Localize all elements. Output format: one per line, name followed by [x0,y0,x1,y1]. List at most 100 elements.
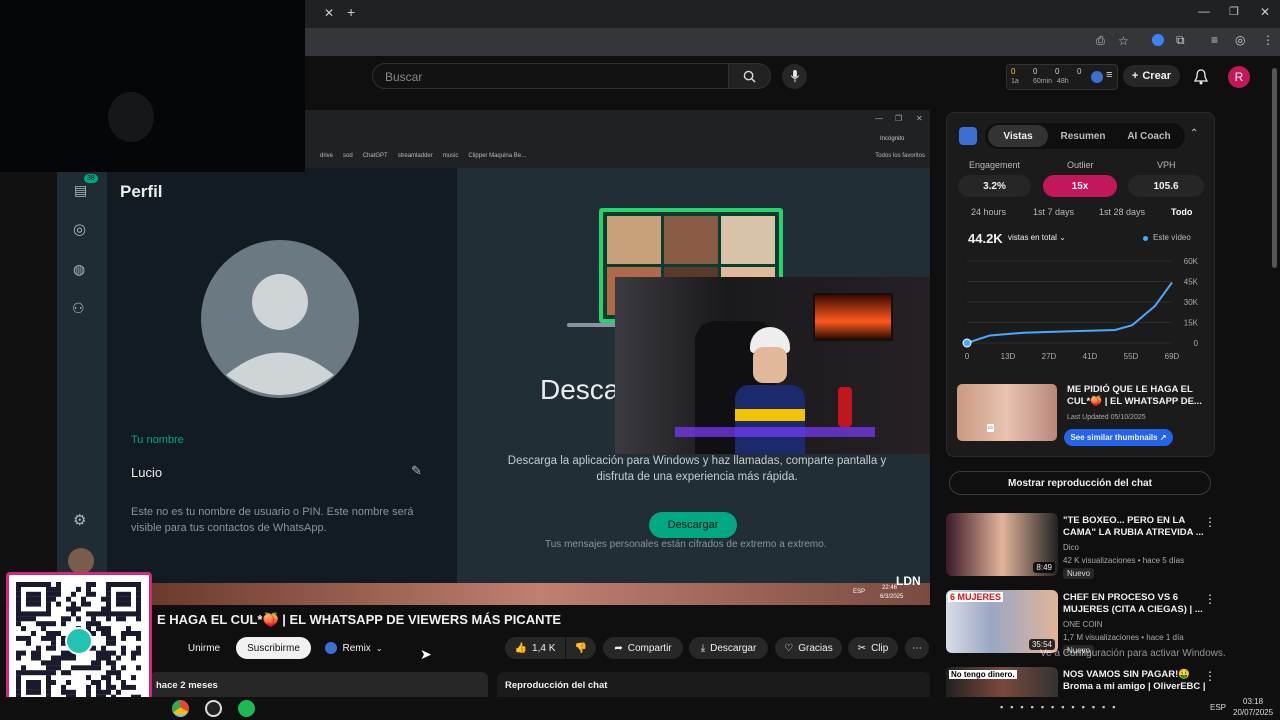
tab-resumen[interactable]: Resumen [1053,125,1113,147]
extension-icon[interactable] [1152,34,1164,46]
metric-label: Outlier [1067,160,1094,170]
rec-menu-icon[interactable]: ⋮ [1204,515,1216,529]
scrollbar[interactable] [1272,68,1277,268]
download-button[interactable]: ⤓ Descargar [689,637,768,659]
bookmark: streamladder [397,153,433,159]
obs-taskbar-icon[interactable] [205,700,222,717]
download-label: Descargar [710,642,757,654]
show-chat-replay-button[interactable]: Mostrar reproducción del chat [949,471,1211,495]
views-selector[interactable]: vistas en total ⌄ [1008,233,1066,242]
profile-icon[interactable]: ◎ [1235,33,1245,47]
rec-thumb-text: 6 MUJERES [948,592,1004,602]
vidiq-stats-panel: Vistas Resumen AI Coach ⌃ Engagement Out… [946,112,1215,457]
chrome-taskbar-icon[interactable] [172,700,189,717]
more-actions-button[interactable]: ⋯ [905,637,929,659]
spotify-taskbar-icon[interactable] [238,700,255,717]
clock-date[interactable]: 20/07/2025 [1233,708,1273,717]
tray-icon[interactable]: ▪ [1000,702,1003,714]
install-icon[interactable]: ⎙ [1096,35,1105,48]
range-7d[interactable]: 1st 7 days [1033,207,1074,217]
list-icon[interactable]: ≡ [1106,69,1112,81]
subscribe-button[interactable]: Suscribirme [236,637,311,659]
share-button[interactable]: ➦ Compartir [603,637,683,659]
join-button[interactable]: Unirme [181,637,227,659]
vidiq-remix-icon [325,642,338,654]
inner-taskbar: 22:46 6/3/2025 ESP [150,583,930,605]
like-button[interactable]: 👍 1,4 K [505,637,565,659]
engagement-value: 3.2% [958,175,1031,197]
close-window-icon[interactable]: ✕ [1260,5,1270,19]
new-tab-icon[interactable]: + [347,4,355,20]
user-avatar[interactable]: R [1228,66,1250,88]
description-box[interactable]: hace 2 meses [150,672,488,697]
search-icon [743,70,756,83]
close-tab-icon[interactable]: ✕ [324,6,334,20]
tray-icon[interactable]: ▪ [1092,702,1095,714]
tray-icon[interactable]: ▪ [1061,702,1064,714]
series-line-este-video [966,282,1173,344]
vidiq-logo-icon [959,127,977,145]
create-label: Crear [1142,70,1172,82]
maximize-icon[interactable]: ❐ [1229,5,1239,18]
rec-menu-icon[interactable]: ⋮ [1204,669,1216,683]
range-all[interactable]: Todo [1171,207,1192,217]
tray-icon[interactable]: ▪ [1082,702,1085,714]
bookmark: music [442,153,459,159]
range-28d[interactable]: 1st 28 days [1099,207,1145,217]
tray-icon[interactable]: ▪ [1020,702,1023,714]
upload-date: hace 2 meses [156,680,218,691]
dislike-button[interactable]: 👎 [566,637,596,659]
input-language[interactable]: ESP [1210,703,1226,712]
search-input[interactable]: Buscar [372,63,729,89]
minimize-icon[interactable]: — [1198,4,1210,18]
list-item[interactable]: No tengo dinero. NOS VAMOS SIN PAGAR!🤑 B… [946,667,1246,697]
tray-icon[interactable]: ▪ [1051,702,1054,714]
tray-icon[interactable]: ▪ [1102,702,1105,714]
chat-replay-header: Reproducción del chat [505,680,608,691]
remix-button[interactable]: Remix ⌄ [318,637,390,659]
inner-clock: 22:46 [882,585,898,591]
vidiq-icon[interactable] [1091,71,1103,83]
ldn-watermark: LDN [896,574,921,588]
more-dots-icon: ⋯ [912,642,922,654]
channels-icon: ◍ [73,261,86,277]
tray-icon[interactable]: ▪ [1031,702,1034,714]
y-tick-label: 30K [1184,298,1199,307]
media-icon[interactable]: ≡ [1211,33,1218,47]
tray-icon[interactable]: ▪ [1010,702,1013,714]
clip-label: Clip [871,642,889,654]
see-similar-thumbnails-button[interactable]: See similar thumbnails ↗ [1064,429,1173,446]
share-label: Compartir [627,642,672,654]
clock-time[interactable]: 03:18 [1243,697,1263,706]
metric-label: VPH [1157,160,1176,170]
collapse-chevron-icon[interactable]: ⌃ [1190,128,1198,139]
y-tick-label: 15K [1184,319,1199,328]
list-item[interactable]: 8:49 "TE BOXEO... PERO EN LA CAMA" LA RU… [946,513,1246,583]
counter: 0 [1011,67,1016,76]
bookmark: Todos los favoritos [875,153,925,159]
edit-pencil-icon: ✎ [411,463,422,478]
range-24h[interactable]: 24 hours [971,207,1006,217]
series-start-point [962,338,972,348]
rec-menu-icon[interactable]: ⋮ [1204,592,1216,606]
tab-ai-coach[interactable]: AI Coach [1117,125,1181,147]
metric-label: Engagement [969,160,1021,170]
thanks-button[interactable]: ♡ Gracias [775,637,842,659]
tray-icon[interactable]: ▪ [1041,702,1044,714]
voice-search-button[interactable] [782,64,807,89]
tray-icon[interactable]: ▪ [1112,702,1115,714]
chat-replay-panel[interactable]: Reproducción del chat [497,672,930,697]
settings-icon: ⚙ [73,512,87,529]
notifications-bell-icon[interactable] [1194,69,1208,85]
rec-thumbnail: 6 MUJERES 35:54 [946,590,1058,653]
search-button[interactable] [729,63,771,89]
tab-vistas[interactable]: Vistas [988,125,1048,147]
create-button[interactable]: + Crear [1123,65,1180,87]
name-label: Tu nombre [131,434,184,446]
tray-icon[interactable]: ▪ [1071,702,1074,714]
bookmark-star-icon[interactable]: ☆ [1118,34,1129,48]
clip-button[interactable]: ✂ Clip [848,637,898,659]
y-tick-label: 45K [1184,278,1199,287]
puzzle-icon[interactable]: ⧉ [1176,33,1185,48]
menu-dots-icon[interactable]: ⋮ [1262,33,1274,47]
